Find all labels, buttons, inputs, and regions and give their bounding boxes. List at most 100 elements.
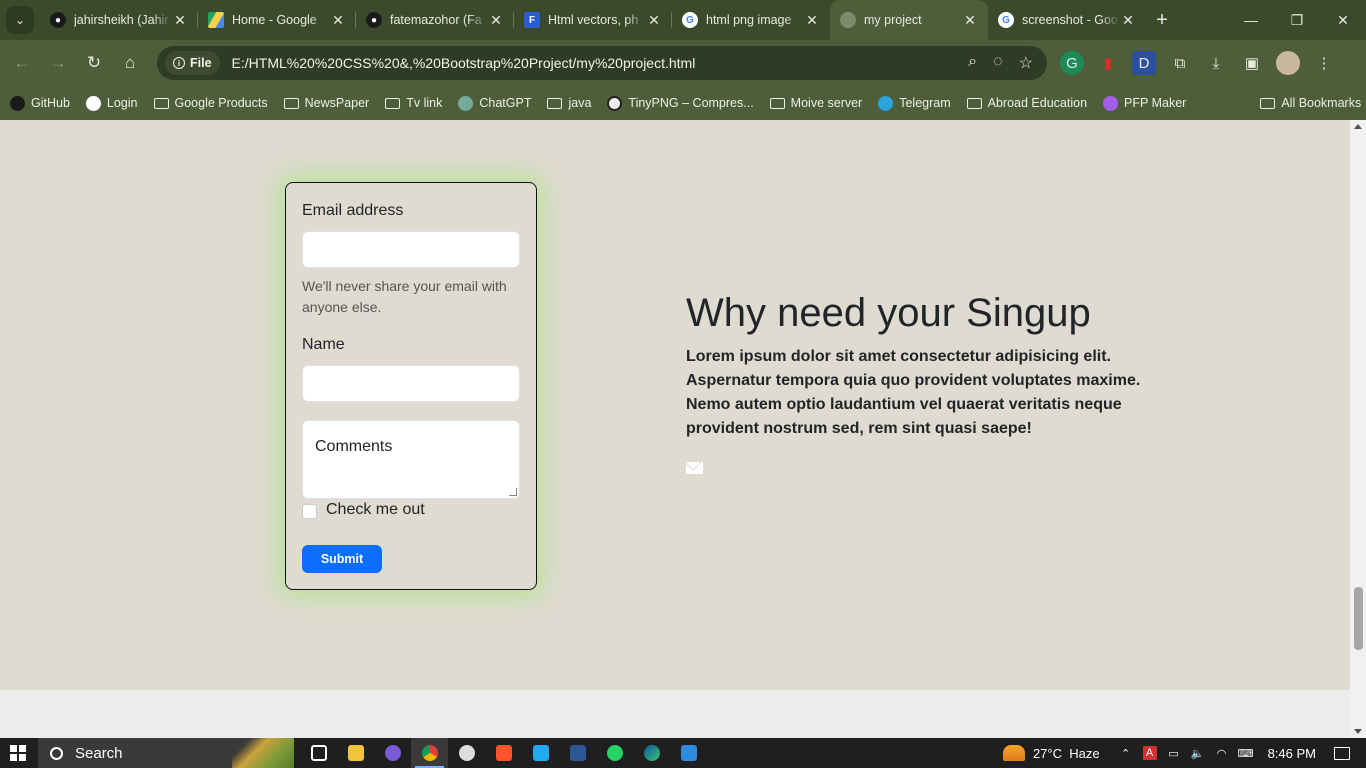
side-panel-icon[interactable]: ▣ xyxy=(1240,51,1264,75)
scroll-thumb[interactable] xyxy=(1354,587,1363,650)
check-me-out-label[interactable]: Check me out xyxy=(326,501,425,519)
clock[interactable]: 8:46 PM xyxy=(1268,746,1316,761)
tab-search-button[interactable]: ⌄ xyxy=(6,6,34,34)
tab-google-search-screenshot[interactable]: G screenshot - Goo ✕ xyxy=(988,0,1146,40)
resize-grip-icon[interactable] xyxy=(509,488,517,496)
kebab-menu-icon[interactable]: ⋮ xyxy=(1312,51,1336,75)
bookmark-pfp-maker[interactable]: PFP Maker xyxy=(1103,95,1187,111)
bookmark-java[interactable]: java xyxy=(547,96,591,111)
tab-freepik[interactable]: F Html vectors, ph ✕ xyxy=(514,0,672,40)
app-blue-button[interactable] xyxy=(559,738,596,768)
zoom-icon[interactable]: ⌕ xyxy=(968,53,977,73)
chrome-taskbar-button[interactable] xyxy=(411,738,448,768)
task-view-button[interactable] xyxy=(300,738,337,768)
bookmark-chatgpt[interactable]: ChatGPT xyxy=(458,95,531,111)
bookmark-moive-server[interactable]: Moive server xyxy=(769,96,863,111)
tab-github-fatemazohor[interactable]: ● fatemazohor (Fa ✕ xyxy=(356,0,514,40)
bookmark-tinypng[interactable]: TinyPNG – Compres... xyxy=(607,95,754,111)
battery-icon[interactable]: ▭ xyxy=(1167,746,1181,760)
home-button[interactable]: ⌂ xyxy=(118,51,142,75)
bookmark-login[interactable]: Login xyxy=(85,95,138,111)
weather-widget[interactable]: 27°C Haze xyxy=(1002,745,1100,761)
windows-taskbar: Search 27°C Haze ⌃ A ▭ 🔈 ◠ ⌨ 8:46 PM xyxy=(0,738,1366,768)
tab-title: html png image xyxy=(706,13,792,27)
close-icon[interactable]: ✕ xyxy=(172,12,188,29)
windows-start-icon[interactable] xyxy=(10,745,26,761)
chatgpt-icon xyxy=(458,95,474,111)
bookmark-newspaper[interactable]: NewsPaper xyxy=(283,96,369,111)
photos-button[interactable] xyxy=(670,738,707,768)
chevron-up-icon[interactable]: ⌃ xyxy=(1119,746,1133,760)
bookmark-telegram[interactable]: Telegram xyxy=(878,95,951,111)
site-info-chip[interactable]: i File xyxy=(165,51,220,75)
close-icon[interactable]: ✕ xyxy=(1120,12,1136,29)
page-scrollbar[interactable] xyxy=(1350,120,1366,738)
back-button[interactable]: ← xyxy=(10,51,34,75)
taskbar-search-box[interactable]: Search xyxy=(38,738,294,768)
notification-icon[interactable] xyxy=(1334,746,1350,760)
chrome-icon xyxy=(421,745,438,761)
submit-button[interactable]: Submit xyxy=(302,545,382,573)
wifi-icon[interactable]: ◠ xyxy=(1215,746,1229,760)
edge-icon xyxy=(643,745,660,761)
name-field[interactable] xyxy=(302,365,520,402)
folder-icon xyxy=(347,745,364,761)
acrobat-icon[interactable]: A xyxy=(1142,746,1157,760)
bookmark-tv-link[interactable]: Tv link xyxy=(385,96,442,111)
bookmark-google-products[interactable]: Google Products xyxy=(153,96,268,111)
taskbar-apps xyxy=(300,738,707,768)
whatsapp-button[interactable] xyxy=(596,738,633,768)
restore-button[interactable]: ❐ xyxy=(1274,0,1320,40)
github-icon: ● xyxy=(50,12,66,28)
haze-weather-icon xyxy=(1002,745,1025,761)
forward-button[interactable]: → xyxy=(46,51,70,75)
tab-google-search-html-png[interactable]: G html png image ✕ xyxy=(672,0,830,40)
star-icon[interactable]: ☆ xyxy=(1019,53,1033,73)
close-icon[interactable]: ✕ xyxy=(488,12,504,29)
folder-icon xyxy=(769,97,785,109)
scroll-down-arrow-icon[interactable] xyxy=(1354,729,1362,734)
file-explorer-button[interactable] xyxy=(337,738,374,768)
app-purple-button[interactable] xyxy=(374,738,411,768)
tab-google-drive[interactable]: Home - Google ✕ xyxy=(198,0,356,40)
grammarly-icon[interactable]: G xyxy=(1060,51,1084,75)
url-text[interactable]: E:/HTML%20%20CSS%20&,%20Bootstrap%20Proj… xyxy=(232,55,696,71)
volume-icon[interactable]: 🔈 xyxy=(1191,746,1205,760)
bookmark-ext-icon[interactable]: ▮ xyxy=(1096,51,1120,75)
brave-button[interactable] xyxy=(485,738,522,768)
address-bar[interactable]: i File E:/HTML%20%20CSS%20&,%20Bootstrap… xyxy=(157,46,1047,80)
avatar[interactable] xyxy=(1276,51,1300,75)
close-icon[interactable]: ✕ xyxy=(962,12,978,29)
bookmark-label: PFP Maker xyxy=(1124,96,1187,110)
github-icon: ● xyxy=(366,12,382,28)
close-icon[interactable]: ✕ xyxy=(646,12,662,29)
close-icon[interactable]: ✕ xyxy=(804,12,820,29)
minimize-button[interactable]: — xyxy=(1228,0,1274,40)
vscode-button[interactable] xyxy=(522,738,559,768)
all-bookmarks-button[interactable]: All Bookmarks xyxy=(1260,96,1361,111)
whatsapp-icon xyxy=(606,745,623,761)
reload-button[interactable]: ↻ xyxy=(82,51,106,75)
close-icon[interactable]: ✕ xyxy=(330,12,346,29)
edge-button[interactable] xyxy=(633,738,670,768)
bookmark-label: Moive server xyxy=(790,96,863,110)
check-me-out-checkbox[interactable] xyxy=(302,504,317,519)
comments-textarea[interactable]: Comments xyxy=(302,420,520,499)
tab-github-jahirsheikh[interactable]: ● jahirsheikh (Jahir ✕ xyxy=(40,0,198,40)
bookmark-github[interactable]: GitHub xyxy=(10,95,70,111)
close-window-button[interactable]: ✕ xyxy=(1320,0,1366,40)
scroll-up-arrow-icon[interactable] xyxy=(1354,124,1362,129)
tab-my-project[interactable]: my project ✕ xyxy=(830,0,988,40)
email-field[interactable] xyxy=(302,231,520,268)
globe-icon xyxy=(840,12,856,28)
app-check-button[interactable] xyxy=(448,738,485,768)
new-tab-button[interactable]: + xyxy=(1146,0,1178,40)
keyboard-icon[interactable]: ⌨ xyxy=(1238,746,1254,760)
check-app-icon xyxy=(458,745,475,761)
dashlane-icon[interactable]: D xyxy=(1132,51,1156,75)
telegram-icon xyxy=(878,95,894,111)
puzzle-icon[interactable]: ⧉ xyxy=(1168,51,1192,75)
eye-off-icon[interactable]: ◌ xyxy=(993,53,1003,73)
download-icon[interactable]: ⤓ xyxy=(1204,51,1228,75)
bookmark-abroad-education[interactable]: Abroad Education xyxy=(966,96,1087,111)
